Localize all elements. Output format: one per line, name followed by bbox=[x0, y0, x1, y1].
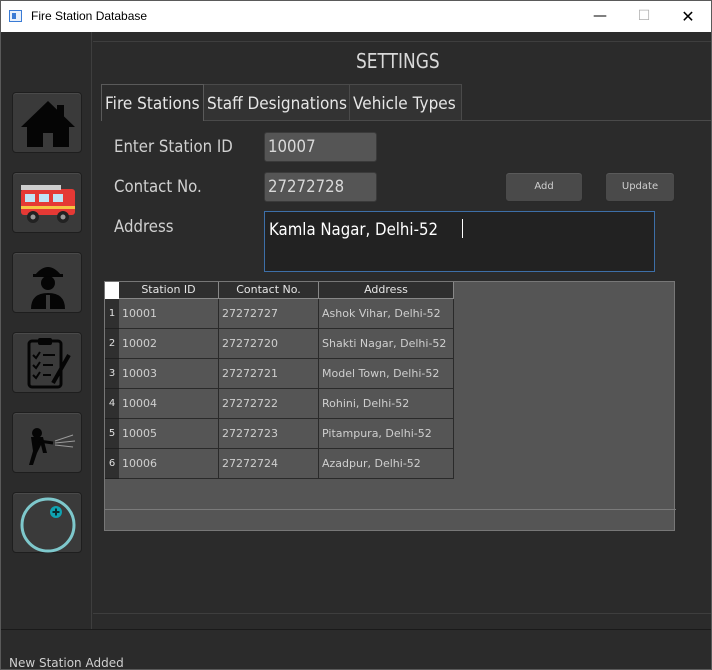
app-window: Fire Station Database — ☐ ✕ SETTINGS Fir… bbox=[0, 0, 712, 670]
row-number: 3 bbox=[105, 359, 119, 389]
tab-label: Staff Designations bbox=[207, 94, 347, 114]
status-message: New Station Added bbox=[9, 656, 124, 670]
cell-address: Shakti Nagar, Delhi-52 bbox=[319, 329, 454, 359]
row-number: 6 bbox=[105, 449, 119, 479]
text-caret bbox=[462, 219, 464, 238]
tab-label: Vehicle Types bbox=[353, 94, 456, 114]
cell-contact: 27272722 bbox=[219, 389, 319, 419]
sidebar bbox=[1, 32, 92, 629]
row-number: 2 bbox=[105, 329, 119, 359]
tab-label: Fire Stations bbox=[105, 94, 200, 114]
cell-contact: 27272727 bbox=[219, 299, 319, 329]
fire-hose-icon bbox=[29, 428, 76, 465]
address-textarea[interactable]: Kamla Nagar, Delhi-52 bbox=[264, 211, 655, 272]
column-header-station-id[interactable]: Station ID bbox=[119, 282, 219, 299]
add-button[interactable]: Add bbox=[505, 172, 583, 202]
cell-station-id: 10004 bbox=[119, 389, 219, 419]
cell-address: Rohini, Delhi-52 bbox=[319, 389, 454, 419]
contact-label: Contact No. bbox=[114, 177, 202, 197]
firefighter-icon bbox=[31, 267, 65, 309]
station-id-input[interactable]: 10007 bbox=[264, 132, 377, 162]
fire-truck-icon bbox=[21, 185, 75, 223]
contact-input[interactable]: 27272728 bbox=[264, 172, 377, 202]
sidebar-item-clipboard[interactable] bbox=[12, 332, 82, 393]
cell-station-id: 10001 bbox=[119, 299, 219, 329]
page-title: SETTINGS bbox=[356, 49, 440, 73]
cell-contact: 27272720 bbox=[219, 329, 319, 359]
tab-fire-stations[interactable]: Fire Stations bbox=[101, 84, 204, 121]
tab-vehicle-types[interactable]: Vehicle Types bbox=[350, 84, 462, 120]
cell-station-id: 10003 bbox=[119, 359, 219, 389]
cell-station-id: 10005 bbox=[119, 419, 219, 449]
update-button[interactable]: Update bbox=[605, 172, 675, 202]
cell-contact: 27272724 bbox=[219, 449, 319, 479]
home-icon bbox=[21, 101, 75, 147]
cell-address: Pitampura, Delhi-52 bbox=[319, 419, 454, 449]
cell-contact: 27272723 bbox=[219, 419, 319, 449]
cell-station-id: 10002 bbox=[119, 329, 219, 359]
maximize-button[interactable]: ☐ bbox=[621, 1, 667, 32]
cell-contact: 27272721 bbox=[219, 359, 319, 389]
column-header-address[interactable]: Address bbox=[319, 282, 454, 299]
stations-table: Station ID Contact No. Address 1 10001 2… bbox=[104, 281, 676, 531]
cell-station-id: 10006 bbox=[119, 449, 219, 479]
cell-address: Azadpur, Delhi-52 bbox=[319, 449, 454, 479]
address-label: Address bbox=[114, 217, 174, 237]
sidebar-item-fire-truck[interactable] bbox=[12, 172, 82, 233]
column-header-contact[interactable]: Contact No. bbox=[219, 282, 319, 299]
content-bottom-divider bbox=[93, 613, 711, 614]
row-number: 5 bbox=[105, 419, 119, 449]
tab-divider bbox=[204, 120, 711, 121]
minimize-button[interactable]: — bbox=[577, 1, 623, 32]
sidebar-item-add[interactable] bbox=[12, 492, 82, 553]
table-footer-line bbox=[105, 509, 676, 510]
table-corner bbox=[105, 282, 119, 299]
app-icon bbox=[9, 10, 22, 22]
sidebar-item-fire-hose[interactable] bbox=[12, 412, 82, 473]
title-bar: Fire Station Database — ☐ ✕ bbox=[1, 1, 711, 32]
station-id-label: Enter Station ID bbox=[114, 137, 233, 157]
cell-address: Ashok Vihar, Delhi-52 bbox=[319, 299, 454, 329]
tab-staff-designations[interactable]: Staff Designations bbox=[204, 84, 350, 120]
close-button[interactable]: ✕ bbox=[665, 1, 711, 32]
cell-address: Model Town, Delhi-52 bbox=[319, 359, 454, 389]
row-number: 4 bbox=[105, 389, 119, 419]
clipboard-icon bbox=[27, 338, 71, 389]
row-number: 1 bbox=[105, 299, 119, 329]
window-title: Fire Station Database bbox=[31, 9, 148, 23]
sidebar-item-firefighter[interactable] bbox=[12, 252, 82, 313]
content-top-divider bbox=[93, 32, 711, 42]
sidebar-item-home[interactable] bbox=[12, 92, 82, 153]
status-divider bbox=[1, 629, 711, 630]
add-circle-icon bbox=[20, 497, 76, 553]
